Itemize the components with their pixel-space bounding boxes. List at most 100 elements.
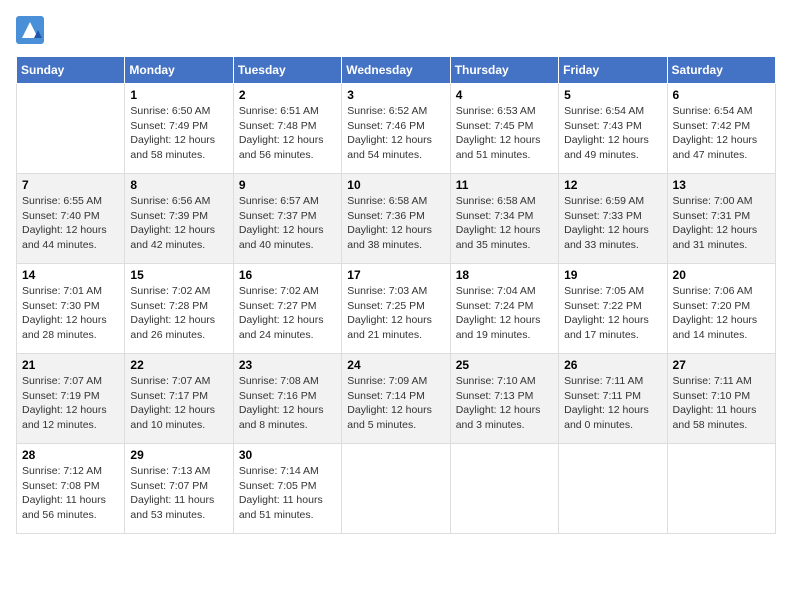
calendar-cell [450, 444, 558, 534]
day-info: Sunrise: 6:57 AM Sunset: 7:37 PM Dayligh… [239, 194, 336, 253]
weekday-header-saturday: Saturday [667, 57, 775, 84]
weekday-header-wednesday: Wednesday [342, 57, 450, 84]
calendar-cell: 24 Sunrise: 7:09 AM Sunset: 7:14 PM Dayli… [342, 354, 450, 444]
day-info: Sunrise: 6:58 AM Sunset: 7:36 PM Dayligh… [347, 194, 444, 253]
calendar-cell: 6 Sunrise: 6:54 AM Sunset: 7:42 PM Daylig… [667, 84, 775, 174]
day-info: Sunrise: 6:54 AM Sunset: 7:42 PM Dayligh… [673, 104, 770, 163]
calendar-cell: 11 Sunrise: 6:58 AM Sunset: 7:34 PM Dayli… [450, 174, 558, 264]
weekday-header-friday: Friday [559, 57, 667, 84]
day-number: 14 [22, 268, 119, 282]
calendar-cell: 1 Sunrise: 6:50 AM Sunset: 7:49 PM Daylig… [125, 84, 233, 174]
logo [16, 16, 48, 44]
day-info: Sunrise: 7:01 AM Sunset: 7:30 PM Dayligh… [22, 284, 119, 343]
calendar-cell [342, 444, 450, 534]
day-info: Sunrise: 7:11 AM Sunset: 7:10 PM Dayligh… [673, 374, 770, 433]
calendar-cell: 26 Sunrise: 7:11 AM Sunset: 7:11 PM Dayli… [559, 354, 667, 444]
day-info: Sunrise: 6:58 AM Sunset: 7:34 PM Dayligh… [456, 194, 553, 253]
calendar-week-row: 7 Sunrise: 6:55 AM Sunset: 7:40 PM Daylig… [17, 174, 776, 264]
day-number: 3 [347, 88, 444, 102]
day-info: Sunrise: 7:11 AM Sunset: 7:11 PM Dayligh… [564, 374, 661, 433]
day-info: Sunrise: 7:07 AM Sunset: 7:17 PM Dayligh… [130, 374, 227, 433]
day-number: 20 [673, 268, 770, 282]
calendar-cell: 10Sunrise: 6:58 AM Sunset: 7:36 PM Dayli… [342, 174, 450, 264]
day-info: Sunrise: 6:50 AM Sunset: 7:49 PM Dayligh… [130, 104, 227, 163]
day-info: Sunrise: 6:53 AM Sunset: 7:45 PM Dayligh… [456, 104, 553, 163]
calendar-cell: 14 Sunrise: 7:01 AM Sunset: 7:30 PM Dayli… [17, 264, 125, 354]
calendar-cell: 7 Sunrise: 6:55 AM Sunset: 7:40 PM Daylig… [17, 174, 125, 264]
day-number: 11 [456, 178, 553, 192]
calendar-cell [17, 84, 125, 174]
day-number: 4 [456, 88, 553, 102]
calendar-cell: 4 Sunrise: 6:53 AM Sunset: 7:45 PM Daylig… [450, 84, 558, 174]
calendar-cell: 15Sunrise: 7:02 AM Sunset: 7:28 PM Dayli… [125, 264, 233, 354]
day-number: 26 [564, 358, 661, 372]
day-number: 22 [130, 358, 227, 372]
day-info: Sunrise: 7:13 AM Sunset: 7:07 PM Dayligh… [130, 464, 227, 523]
calendar-cell: 19 Sunrise: 7:05 AM Sunset: 7:22 PM Dayli… [559, 264, 667, 354]
day-info: Sunrise: 7:07 AM Sunset: 7:19 PM Dayligh… [22, 374, 119, 433]
calendar-table: SundayMondayTuesdayWednesdayThursdayFrid… [16, 56, 776, 534]
calendar-cell: 20 Sunrise: 7:06 AM Sunset: 7:20 PM Dayli… [667, 264, 775, 354]
page-header [16, 16, 776, 44]
calendar-cell: 28Sunrise: 7:12 AM Sunset: 7:08 PM Dayli… [17, 444, 125, 534]
day-info: Sunrise: 7:02 AM Sunset: 7:27 PM Dayligh… [239, 284, 336, 343]
weekday-header-row: SundayMondayTuesdayWednesdayThursdayFrid… [17, 57, 776, 84]
day-info: Sunrise: 6:56 AM Sunset: 7:39 PM Dayligh… [130, 194, 227, 253]
day-number: 8 [130, 178, 227, 192]
calendar-cell: 3Sunrise: 6:52 AM Sunset: 7:46 PM Daylig… [342, 84, 450, 174]
day-info: Sunrise: 6:51 AM Sunset: 7:48 PM Dayligh… [239, 104, 336, 163]
day-number: 9 [239, 178, 336, 192]
day-number: 6 [673, 88, 770, 102]
calendar-cell: 23 Sunrise: 7:08 AM Sunset: 7:16 PM Dayli… [233, 354, 341, 444]
calendar-body: 1 Sunrise: 6:50 AM Sunset: 7:49 PM Daylig… [17, 84, 776, 534]
day-info: Sunrise: 6:55 AM Sunset: 7:40 PM Dayligh… [22, 194, 119, 253]
day-info: Sunrise: 7:05 AM Sunset: 7:22 PM Dayligh… [564, 284, 661, 343]
calendar-week-row: 28Sunrise: 7:12 AM Sunset: 7:08 PM Dayli… [17, 444, 776, 534]
day-number: 24 [347, 358, 444, 372]
calendar-cell: 12 Sunrise: 6:59 AM Sunset: 7:33 PM Dayli… [559, 174, 667, 264]
day-info: Sunrise: 6:54 AM Sunset: 7:43 PM Dayligh… [564, 104, 661, 163]
day-number: 27 [673, 358, 770, 372]
calendar-week-row: 14 Sunrise: 7:01 AM Sunset: 7:30 PM Dayli… [17, 264, 776, 354]
day-number: 29 [130, 448, 227, 462]
day-info: Sunrise: 7:02 AM Sunset: 7:28 PM Dayligh… [130, 284, 227, 343]
day-number: 28 [22, 448, 119, 462]
weekday-header-sunday: Sunday [17, 57, 125, 84]
day-number: 18 [456, 268, 553, 282]
day-number: 13 [673, 178, 770, 192]
calendar-week-row: 1 Sunrise: 6:50 AM Sunset: 7:49 PM Daylig… [17, 84, 776, 174]
calendar-cell: 22 Sunrise: 7:07 AM Sunset: 7:17 PM Dayli… [125, 354, 233, 444]
day-number: 17 [347, 268, 444, 282]
calendar-cell: 5 Sunrise: 6:54 AM Sunset: 7:43 PM Daylig… [559, 84, 667, 174]
day-info: Sunrise: 7:00 AM Sunset: 7:31 PM Dayligh… [673, 194, 770, 253]
day-number: 12 [564, 178, 661, 192]
day-number: 30 [239, 448, 336, 462]
day-info: Sunrise: 6:59 AM Sunset: 7:33 PM Dayligh… [564, 194, 661, 253]
calendar-cell: 18 Sunrise: 7:04 AM Sunset: 7:24 PM Dayli… [450, 264, 558, 354]
day-number: 5 [564, 88, 661, 102]
calendar-cell: 9 Sunrise: 6:57 AM Sunset: 7:37 PM Daylig… [233, 174, 341, 264]
day-info: Sunrise: 7:14 AM Sunset: 7:05 PM Dayligh… [239, 464, 336, 523]
calendar-cell: 16Sunrise: 7:02 AM Sunset: 7:27 PM Dayli… [233, 264, 341, 354]
day-info: Sunrise: 7:06 AM Sunset: 7:20 PM Dayligh… [673, 284, 770, 343]
calendar-header: SundayMondayTuesdayWednesdayThursdayFrid… [17, 57, 776, 84]
day-info: Sunrise: 7:08 AM Sunset: 7:16 PM Dayligh… [239, 374, 336, 433]
calendar-cell: 29 Sunrise: 7:13 AM Sunset: 7:07 PM Dayli… [125, 444, 233, 534]
calendar-cell: 25Sunrise: 7:10 AM Sunset: 7:13 PM Dayli… [450, 354, 558, 444]
calendar-cell: 2 Sunrise: 6:51 AM Sunset: 7:48 PM Daylig… [233, 84, 341, 174]
day-info: Sunrise: 7:09 AM Sunset: 7:14 PM Dayligh… [347, 374, 444, 433]
calendar-cell [667, 444, 775, 534]
calendar-cell: 27 Sunrise: 7:11 AM Sunset: 7:10 PM Dayli… [667, 354, 775, 444]
calendar-cell: 30 Sunrise: 7:14 AM Sunset: 7:05 PM Dayli… [233, 444, 341, 534]
day-number: 19 [564, 268, 661, 282]
day-number: 2 [239, 88, 336, 102]
calendar-cell: 13 Sunrise: 7:00 AM Sunset: 7:31 PM Dayli… [667, 174, 775, 264]
day-info: Sunrise: 7:10 AM Sunset: 7:13 PM Dayligh… [456, 374, 553, 433]
day-number: 23 [239, 358, 336, 372]
day-info: Sunrise: 7:04 AM Sunset: 7:24 PM Dayligh… [456, 284, 553, 343]
calendar-cell: 8 Sunrise: 6:56 AM Sunset: 7:39 PM Daylig… [125, 174, 233, 264]
logo-icon [16, 16, 44, 44]
day-number: 1 [130, 88, 227, 102]
day-number: 7 [22, 178, 119, 192]
calendar-cell [559, 444, 667, 534]
